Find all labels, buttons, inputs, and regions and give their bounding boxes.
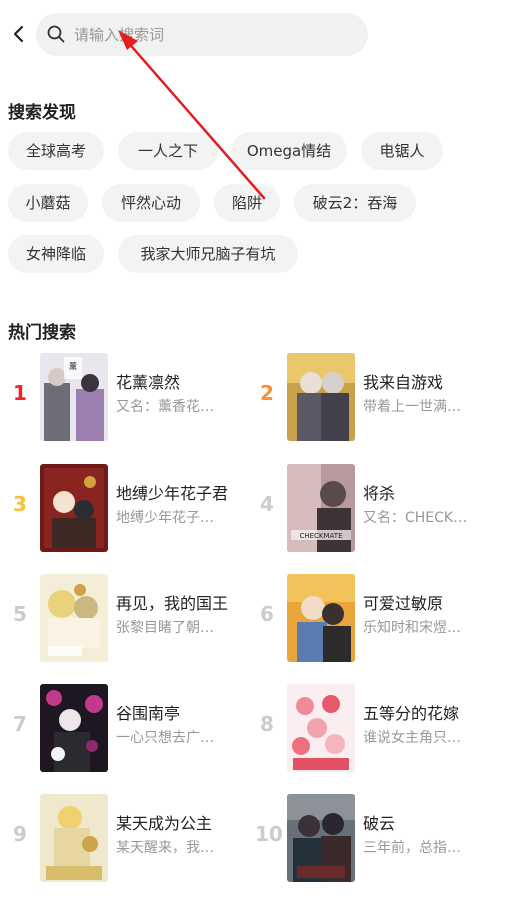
rank-number: 8: [260, 712, 274, 736]
comic-cover: [287, 794, 355, 882]
comic-title: 可爱过敏原: [363, 594, 444, 613]
rank-number: 1: [13, 381, 27, 405]
comic-cover: [40, 794, 108, 882]
comic-title: 谷围南亭: [116, 704, 181, 723]
comic-cover: 薰: [40, 353, 108, 441]
rank-number: 7: [13, 712, 27, 736]
comic-title: 花薰凛然: [116, 373, 181, 392]
discover-tag[interactable]: 一人之下: [118, 132, 218, 170]
comic-cover: [287, 353, 355, 441]
hot-item[interactable]: 3 地缚少年花子君 地缚少年花子…: [8, 464, 258, 554]
discover-tag[interactable]: Omega情结: [231, 132, 347, 170]
hot-item[interactable]: 9 某天成为公主 某天醒来，我…: [8, 794, 258, 884]
discover-tag[interactable]: 陷阱: [214, 184, 280, 222]
discover-tag[interactable]: 破云2：吞海: [294, 184, 416, 222]
hot-item[interactable]: 1 薰 花薰凛然 又名：薰香花…: [8, 353, 258, 443]
discover-tag[interactable]: 全球高考: [8, 132, 104, 170]
comic-title: 再见，我的国王: [116, 594, 229, 613]
hot-item[interactable]: 4 CHECKMATE 将杀 又名：CHECK…: [255, 464, 505, 554]
hot-section-title: 热门搜索: [8, 323, 76, 343]
search-icon: [47, 25, 65, 43]
hot-item[interactable]: 5 再见，我的国王 张黎目睹了朝…: [8, 574, 258, 664]
comic-cover: [287, 574, 355, 662]
comic-cover: [40, 464, 108, 552]
comic-cover: [40, 684, 108, 772]
search-input[interactable]: [74, 13, 354, 56]
comic-title: 某天成为公主: [116, 814, 213, 833]
discover-tag[interactable]: 电锯人: [361, 132, 443, 170]
search-bar[interactable]: [36, 13, 368, 56]
rank-number: 3: [13, 492, 27, 516]
hot-item[interactable]: 6 可爱过敏原 乐知时和宋煜…: [255, 574, 505, 664]
discover-tag[interactable]: 女神降临: [8, 235, 104, 273]
comic-title: 破云: [363, 814, 396, 833]
comic-subtitle: 一心只想去广…: [116, 730, 214, 746]
rank-number: 9: [13, 822, 27, 846]
comic-cover: [287, 684, 355, 772]
svg-text:薰: 薰: [69, 361, 77, 371]
comic-title: 五等分的花嫁: [363, 704, 460, 723]
comic-subtitle: 乐知时和宋煜…: [363, 620, 461, 636]
hot-item[interactable]: 2 我来自游戏 带着上一世满…: [255, 353, 505, 443]
comic-subtitle: 某天醒来，我…: [116, 840, 214, 856]
comic-subtitle: 张黎目睹了朝…: [116, 620, 214, 636]
back-arrow-icon[interactable]: [8, 22, 30, 46]
comic-title: 地缚少年花子君: [116, 484, 229, 503]
comic-subtitle: 又名：CHECK…: [363, 510, 468, 526]
comic-cover: CHECKMATE: [287, 464, 355, 552]
rank-number: 4: [260, 492, 274, 516]
comic-subtitle: 谁说女主角只…: [363, 730, 461, 746]
comic-title: 我来自游戏: [363, 373, 444, 392]
discover-section-title: 搜索发现: [8, 103, 76, 123]
comic-subtitle: 三年前，总指…: [363, 840, 461, 856]
comic-subtitle: 地缚少年花子…: [116, 510, 214, 526]
hot-item[interactable]: 8 五等分的花嫁 谁说女主角只…: [255, 684, 505, 774]
hot-item[interactable]: 10 破云 三年前，总指…: [255, 794, 505, 884]
svg-text:CHECKMATE: CHECKMATE: [299, 532, 342, 540]
discover-tag[interactable]: 小蘑菇: [8, 184, 88, 222]
rank-number: 2: [260, 381, 274, 405]
discover-tag[interactable]: 我家大师兄脑子有坑: [118, 235, 298, 273]
rank-number: 10: [255, 822, 283, 846]
comic-subtitle: 又名：薰香花…: [116, 399, 214, 415]
rank-number: 6: [260, 602, 274, 626]
comic-subtitle: 带着上一世满…: [363, 399, 461, 415]
discover-tag[interactable]: 怦然心动: [102, 184, 200, 222]
comic-cover: [40, 574, 108, 662]
comic-title: 将杀: [363, 484, 396, 503]
rank-number: 5: [13, 602, 27, 626]
hot-item[interactable]: 7 谷围南亭 一心只想去广…: [8, 684, 258, 774]
